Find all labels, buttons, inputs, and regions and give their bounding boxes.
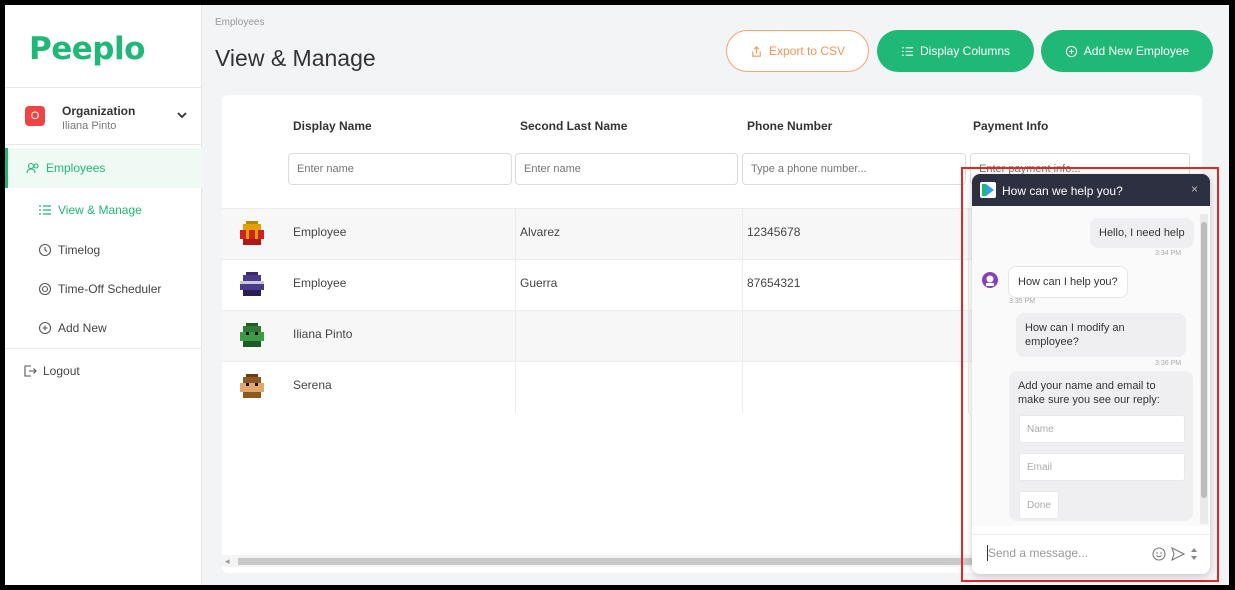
resize-handle-icon[interactable] (1190, 546, 1198, 562)
chat-composer: Send a message... (972, 534, 1210, 574)
cell-second-last-name: Alvarez (520, 225, 561, 239)
scroll-left-icon[interactable]: ◂ (225, 556, 230, 567)
close-icon[interactable]: × (1191, 182, 1198, 196)
chat-messages: Hello, I need help 3:34 PM How can I hel… (972, 206, 1210, 526)
sidebar-item-label: Employees (46, 161, 106, 175)
agent-avatar-icon (982, 272, 998, 288)
org-badge: O (25, 106, 45, 126)
column-header-second-last-name[interactable]: Second Last Name (520, 119, 627, 133)
cell-display-name: Serena (293, 378, 332, 392)
sidebar-item-view-manage[interactable]: View & Manage (5, 190, 202, 230)
filter-phone-number-input[interactable] (742, 153, 966, 185)
sidebar-item-add-new[interactable]: Add New (5, 308, 202, 348)
share-icon (752, 45, 761, 57)
org-name: Organization (62, 104, 136, 118)
sidebar-item-label: View & Manage (58, 203, 142, 217)
sidebar-item-label: Timelog (58, 243, 101, 257)
message-timestamp: 3:36 PM (1155, 360, 1182, 367)
chat-title: How can we help you? (1002, 184, 1123, 198)
send-icon[interactable] (1171, 547, 1185, 561)
chat-done-button[interactable]: Done (1019, 491, 1059, 519)
export-csv-button[interactable]: Export to CSV (726, 30, 869, 72)
scrollbar-thumb[interactable] (238, 558, 978, 565)
cell-display-name: Iliana Pinto (293, 327, 353, 341)
export-csv-label: Export to CSV (768, 44, 846, 58)
users-icon (26, 162, 39, 174)
column-header-phone-number[interactable]: Phone Number (747, 119, 832, 133)
cell-phone-number: 87654321 (747, 276, 801, 290)
logout-icon (24, 365, 37, 377)
avatar (240, 374, 264, 398)
display-columns-label: Display Columns (919, 44, 1011, 58)
cell-second-last-name: Guerra (520, 276, 558, 290)
chat-widget: How can we help you? × Hello, I need hel… (972, 174, 1210, 574)
sidebar-item-time-off-scheduler[interactable]: Time-Off Scheduler (5, 269, 202, 309)
avatar (240, 221, 264, 245)
contact-form-prompt: Add your name and email to make sure you… (1018, 380, 1160, 406)
column-header-payment-info[interactable]: Payment Info (973, 119, 1048, 133)
message-timestamp: 3:35 PM (1009, 298, 1036, 305)
org-user-name: Iliana Pinto (62, 120, 117, 132)
logout-button[interactable]: Logout (5, 351, 202, 391)
column-header-display-name[interactable]: Display Name (293, 119, 372, 133)
add-new-employee-label: Add New Employee (1083, 44, 1190, 58)
plus-circle-icon (1065, 45, 1077, 57)
breadcrumb[interactable]: Employees (215, 17, 264, 28)
clock-icon (38, 243, 52, 257)
sidebar-divider (5, 348, 202, 349)
chat-logo-icon (980, 182, 996, 198)
sidebar-item-label: Add New (58, 321, 107, 335)
filter-display-name-input[interactable] (288, 153, 512, 185)
list-icon (39, 205, 51, 215)
add-new-employee-button[interactable]: Add New Employee (1041, 30, 1213, 72)
cell-phone-number: 12345678 (747, 225, 801, 239)
page-title: View & Manage (215, 45, 376, 71)
avatar (240, 272, 264, 296)
sidebar: Peeplo O Organization Iliana Pinto Emplo… (5, 5, 202, 585)
app-window: Peeplo O Organization Iliana Pinto Emplo… (5, 5, 1229, 585)
logout-label: Logout (43, 364, 80, 378)
chat-scrollbar[interactable] (1200, 214, 1208, 524)
emoji-icon[interactable] (1152, 547, 1166, 561)
chat-message-outgoing: Hello, I need help (1090, 218, 1194, 248)
organization-switcher[interactable]: O Organization Iliana Pinto (5, 87, 202, 145)
chat-message-outgoing: How can I modify an employee? (1016, 313, 1186, 357)
filter-second-last-name-input[interactable] (515, 153, 738, 185)
display-columns-button[interactable]: Display Columns (877, 30, 1034, 72)
chat-message-incoming: How can I help you? (1008, 266, 1128, 298)
sidebar-item-timelog[interactable]: Timelog (5, 230, 202, 270)
message-timestamp: 3:34 PM (1155, 250, 1182, 257)
sidebar-item-employees[interactable]: Employees (5, 148, 202, 188)
chat-name-input[interactable]: Name (1019, 415, 1185, 443)
avatar (240, 323, 264, 347)
plus-circle-icon (38, 321, 52, 335)
app-logo: Peeplo (29, 31, 145, 67)
chat-email-input[interactable]: Email (1019, 453, 1185, 481)
list-icon (901, 46, 914, 56)
chat-message-input[interactable]: Send a message... (988, 546, 1088, 560)
cell-display-name: Employee (293, 276, 347, 290)
cell-display-name: Employee (293, 225, 347, 239)
chat-header: How can we help you? × (972, 174, 1210, 206)
time-off-icon (38, 282, 52, 296)
sidebar-item-label: Time-Off Scheduler (58, 282, 162, 296)
chevron-down-icon[interactable] (175, 108, 189, 122)
scrollbar-thumb[interactable] (1201, 222, 1207, 498)
